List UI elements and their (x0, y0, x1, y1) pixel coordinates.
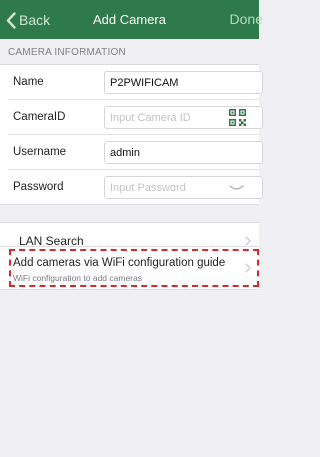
name-input[interactable] (104, 71, 263, 94)
password-label: Password (13, 181, 64, 193)
done-button[interactable]: Done (230, 11, 263, 27)
camera-id-row: CameraID (0, 100, 263, 135)
camera-id-label: CameraID (13, 111, 66, 123)
eye-closed-icon[interactable] (229, 185, 244, 191)
page-title: Add Camera (93, 12, 166, 27)
qr-code-icon[interactable] (229, 109, 246, 126)
name-label: Name (13, 76, 44, 88)
name-row: Name (0, 65, 263, 100)
chevron-right-icon (245, 236, 251, 246)
camera-info-form: Name CameraID (0, 64, 263, 205)
add-camera-screen: Back Add Camera Done CAMERA INFORMATION … (0, 0, 263, 457)
password-row: Password (0, 170, 263, 205)
navigation-bar: Back Add Camera Done (0, 0, 263, 39)
section-header: CAMERA INFORMATION (8, 47, 126, 58)
wifi-guide-highlight (9, 249, 259, 287)
username-row: Username (0, 135, 263, 170)
username-input[interactable] (104, 141, 263, 164)
username-label: Username (13, 146, 67, 158)
